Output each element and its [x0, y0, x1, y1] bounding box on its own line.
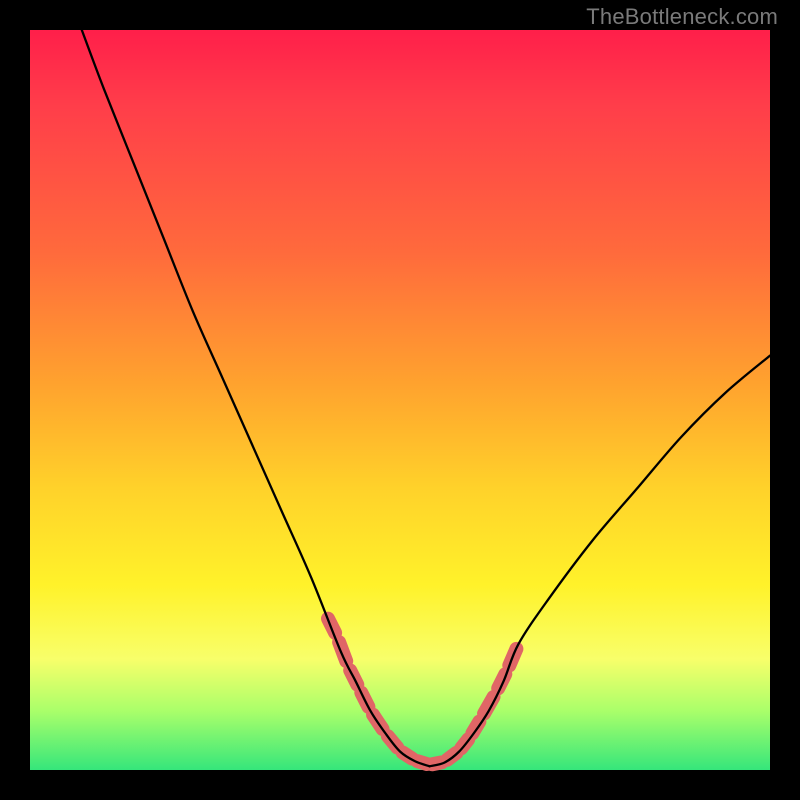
plot-area — [30, 30, 770, 770]
curve-right — [430, 356, 770, 767]
curve-svg — [30, 30, 770, 770]
chart-frame: TheBottleneck.com — [0, 0, 800, 800]
curve-left — [82, 30, 430, 766]
marker-segments — [328, 619, 516, 765]
watermark-text: TheBottleneck.com — [586, 4, 778, 30]
